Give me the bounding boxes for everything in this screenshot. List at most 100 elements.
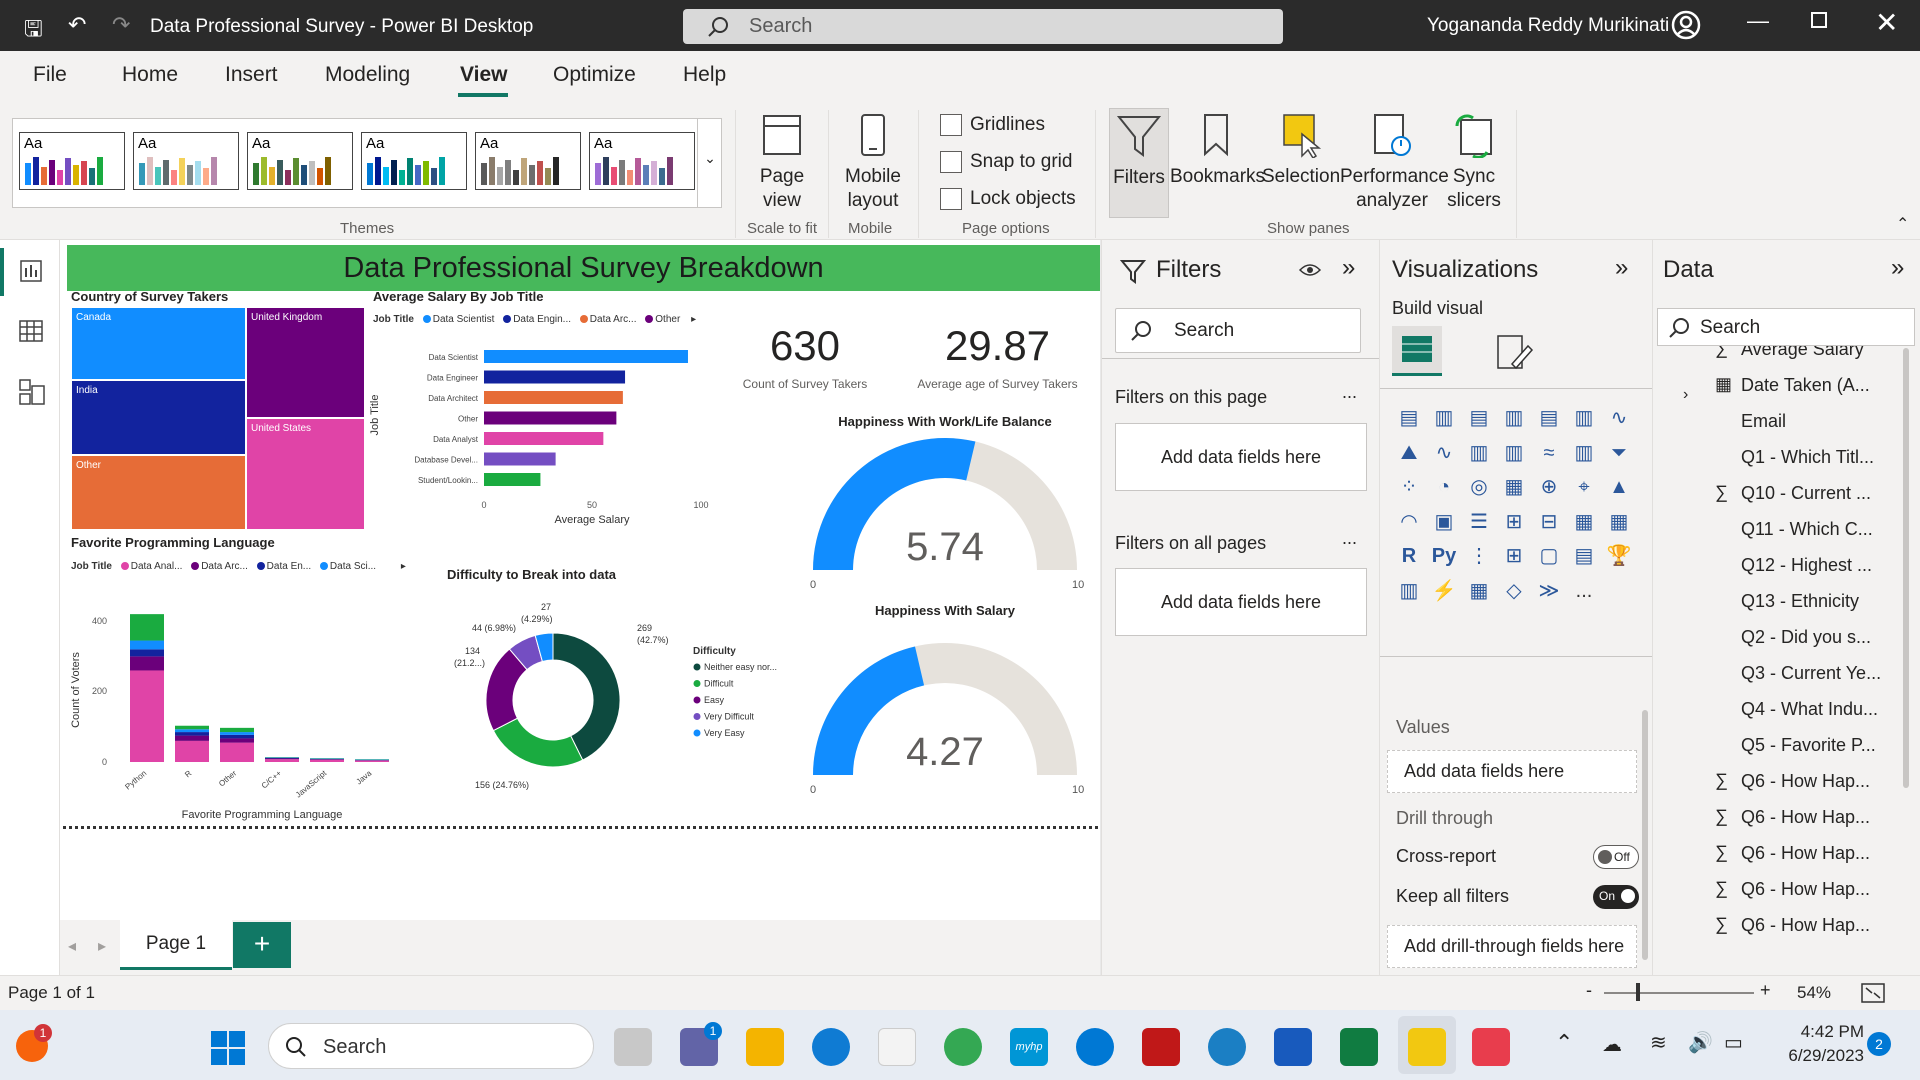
- visual-type-icon[interactable]: ▤: [1533, 402, 1565, 434]
- visual-type-icon[interactable]: ▢: [1533, 540, 1565, 572]
- edge-dev-icon[interactable]: [1208, 1028, 1246, 1066]
- visual-type-icon[interactable]: ▥: [1393, 575, 1425, 607]
- data-field-row[interactable]: Q2 - Did you s...: [1709, 620, 1904, 656]
- visual-type-icon[interactable]: ⊞: [1498, 506, 1530, 538]
- theme-4[interactable]: Aa: [361, 132, 467, 190]
- visual-type-icon[interactable]: ◔: [1428, 471, 1460, 503]
- treemap-india[interactable]: India: [71, 380, 246, 455]
- excel-icon[interactable]: [1340, 1028, 1378, 1066]
- menu-file[interactable]: File: [33, 63, 67, 87]
- donut-legend-item[interactable]: Very Difficult: [704, 712, 754, 722]
- close-icon[interactable]: ✕: [1875, 6, 1898, 39]
- taskbar-search[interactable]: Search: [268, 1023, 594, 1069]
- theme-3[interactable]: Aa: [247, 132, 353, 190]
- visual-type-icon[interactable]: 🏆: [1603, 540, 1635, 572]
- save-icon[interactable]: 🖫: [24, 12, 43, 50]
- menu-help[interactable]: Help: [683, 63, 726, 87]
- report-view-icon[interactable]: [18, 258, 44, 284]
- page-view-button[interactable]: Page view: [752, 112, 812, 213]
- lang-bar-segment[interactable]: [175, 735, 209, 741]
- visual-type-icon[interactable]: ☰: [1463, 506, 1495, 538]
- data-field-row[interactable]: ∑ Q6 - How Hap...: [1709, 836, 1904, 872]
- visual-type-icon[interactable]: ▦: [1603, 506, 1635, 538]
- zoom-out-icon[interactable]: -: [1586, 980, 1592, 1001]
- visual-type-icon[interactable]: ⋮: [1463, 540, 1495, 572]
- visual-type-icon[interactable]: ⏷: [1603, 437, 1635, 469]
- visual-type-icon[interactable]: ▥: [1568, 437, 1600, 469]
- salary-bar[interactable]: [484, 350, 688, 363]
- salary-bar[interactable]: [484, 411, 617, 425]
- visual-type-icon[interactable]: R: [1393, 540, 1425, 572]
- visual-type-icon[interactable]: ⊟: [1533, 506, 1565, 538]
- data-field-row[interactable]: Q5 - Favorite P...: [1709, 728, 1904, 764]
- lang-bar-segment[interactable]: [220, 727, 254, 733]
- visual-type-icon[interactable]: ≫: [1533, 575, 1565, 607]
- visual-type-icon[interactable]: ▥: [1498, 437, 1530, 469]
- data-field-row[interactable]: Email: [1709, 404, 1904, 440]
- volume-icon[interactable]: 🔊: [1688, 1030, 1713, 1055]
- visual-type-icon[interactable]: ∿: [1428, 437, 1460, 469]
- snipping-tool-icon[interactable]: [1472, 1028, 1510, 1066]
- filters-all-drop-zone[interactable]: Add data fields here: [1115, 568, 1367, 636]
- treemap-united-states[interactable]: United States: [246, 418, 365, 530]
- page-tab-1[interactable]: Page 1: [120, 920, 232, 970]
- powerbi-icon[interactable]: [1408, 1028, 1446, 1066]
- table-view-icon[interactable]: [18, 318, 44, 344]
- visual-type-icon[interactable]: ≈: [1533, 437, 1565, 469]
- data-field-row[interactable]: ∑ Q6 - How Hap...: [1709, 800, 1904, 836]
- onedrive-icon[interactable]: ☁: [1602, 1032, 1622, 1057]
- visual-type-icon[interactable]: ◇: [1498, 575, 1530, 607]
- theme-5[interactable]: Aa: [475, 132, 581, 190]
- redo-icon[interactable]: ↷: [112, 12, 130, 38]
- cross-report-toggle[interactable]: Off: [1593, 845, 1639, 869]
- visual-type-icon[interactable]: ⌖: [1568, 471, 1600, 503]
- visual-type-icon[interactable]: ▦: [1498, 471, 1530, 503]
- data-field-row[interactable]: ∑ Q6 - How Hap...: [1709, 872, 1904, 908]
- sync-slicers-button[interactable]: Sync slicers: [1444, 112, 1504, 213]
- next-page-icon[interactable]: ▸: [98, 936, 106, 956]
- zoom-slider-thumb[interactable]: [1636, 983, 1640, 1001]
- visual-type-icon[interactable]: ▥: [1498, 402, 1530, 434]
- data-field-row[interactable]: ▦ Date Taken (A...: [1709, 368, 1904, 404]
- data-field-row[interactable]: Q11 - Which C...: [1709, 512, 1904, 548]
- lang-bar-segment[interactable]: [130, 649, 164, 657]
- fit-to-page-icon[interactable]: [1860, 982, 1886, 1004]
- menu-modeling[interactable]: Modeling: [325, 63, 410, 87]
- drill-through-drop-zone[interactable]: Add drill-through fields here: [1387, 925, 1637, 968]
- store-icon[interactable]: [878, 1028, 916, 1066]
- selection-pane-button[interactable]: Selection: [1262, 112, 1340, 189]
- data-field-row[interactable]: Q3 - Current Ye...: [1709, 656, 1904, 692]
- notification-center-badge[interactable]: 2: [1867, 1032, 1891, 1056]
- collapse-ribbon-icon[interactable]: ⌃: [1896, 214, 1909, 234]
- lang-bar-segment[interactable]: [265, 757, 299, 759]
- format-visual-icon[interactable]: [1494, 334, 1534, 372]
- start-icon[interactable]: [210, 1030, 246, 1066]
- performance-analyzer-button[interactable]: Performance analyzer: [1340, 112, 1449, 213]
- visual-type-icon[interactable]: ...: [1568, 575, 1600, 607]
- values-drop-zone[interactable]: Add data fields here: [1387, 750, 1637, 793]
- lang-bar-segment[interactable]: [130, 656, 164, 671]
- model-view-icon[interactable]: [18, 378, 46, 406]
- wifi-icon[interactable]: ≋: [1650, 1030, 1667, 1055]
- data-search-input[interactable]: Search: [1657, 308, 1915, 346]
- filters-search-input[interactable]: Search: [1115, 308, 1361, 353]
- viz-scrollbar[interactable]: [1642, 710, 1648, 960]
- menu-view[interactable]: View: [460, 63, 507, 87]
- salary-legend-item[interactable]: Other: [655, 314, 680, 325]
- visual-type-icon[interactable]: ▥: [1568, 402, 1600, 434]
- salary-bar[interactable]: [484, 370, 626, 384]
- data-field-row[interactable]: ∑ Q10 - Current ...: [1709, 476, 1904, 512]
- treemap-united-kingdom[interactable]: United Kingdom: [246, 307, 365, 418]
- data-field-row[interactable]: ∑ Average Salary: [1709, 346, 1904, 368]
- salary-bar[interactable]: [484, 432, 604, 445]
- legend-next-icon[interactable]: ▸: [401, 561, 406, 572]
- lang-bar-segment[interactable]: [175, 732, 209, 736]
- theme-2[interactable]: Aa: [133, 132, 239, 190]
- lang-bar-segment[interactable]: [265, 758, 299, 760]
- edge-icon[interactable]: [812, 1028, 850, 1066]
- visual-type-icon[interactable]: ▲: [1603, 471, 1635, 503]
- collapse-filters-icon[interactable]: »: [1342, 254, 1355, 282]
- lang-legend-item[interactable]: Data En...: [267, 561, 311, 572]
- gridlines-checkbox[interactable]: Gridlines: [940, 114, 1045, 136]
- visual-type-icon[interactable]: ⊞: [1498, 540, 1530, 572]
